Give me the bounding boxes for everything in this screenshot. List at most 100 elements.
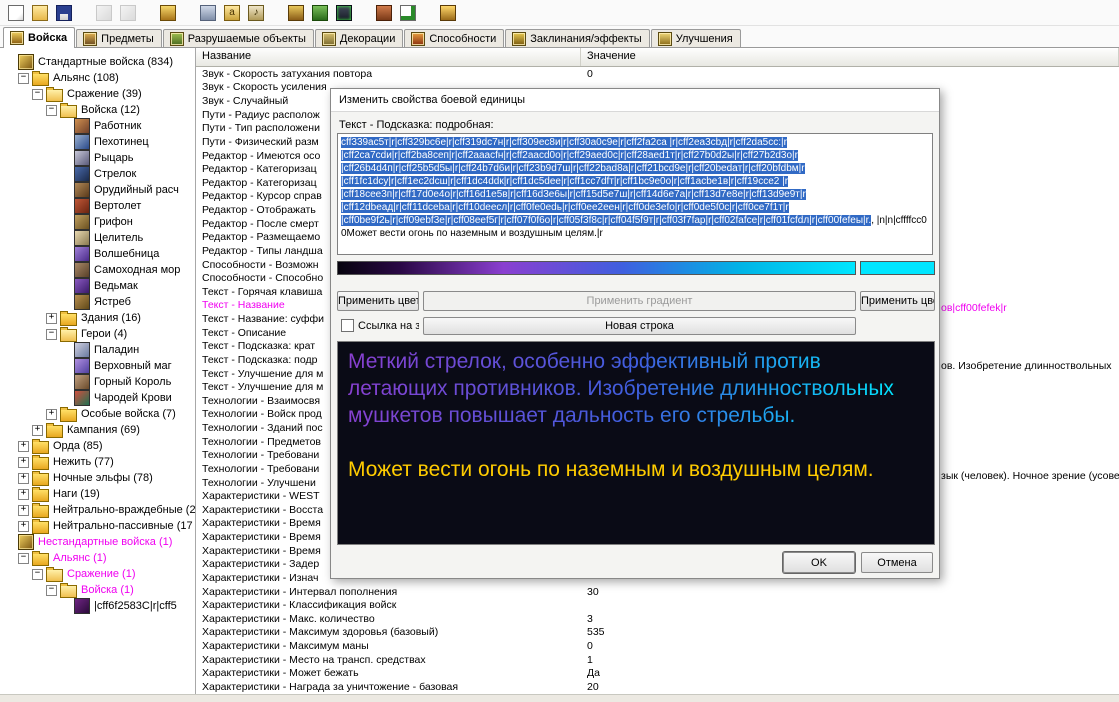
apply-color-right-button[interactable]: Применить цвет — [860, 291, 935, 311]
current-color-swatch[interactable] — [860, 261, 935, 275]
tab-destructibles[interactable]: Разрушаемые объекты — [163, 29, 314, 47]
minus-expander-icon[interactable]: − — [18, 553, 29, 564]
tree-item[interactable]: |cff6f2583C|r|cff5 — [0, 598, 195, 614]
plus-expander-icon[interactable]: + — [46, 313, 57, 324]
tree-item[interactable]: Горный Король — [0, 374, 195, 390]
test-map-button[interactable] — [437, 2, 459, 24]
tree-item[interactable]: Грифон — [0, 214, 195, 230]
plus-expander-icon[interactable]: + — [32, 425, 43, 436]
new-line-button[interactable]: Новая строка — [423, 317, 856, 335]
tree-item[interactable]: Пехотинец — [0, 134, 195, 150]
tree-item[interactable]: +Здания (16) — [0, 310, 195, 326]
open-button[interactable] — [29, 2, 51, 24]
property-row[interactable]: Характеристики - Награда за уничтожение … — [196, 680, 1119, 694]
tab-units[interactable]: Войска — [3, 27, 75, 48]
apply-color-left-button[interactable]: Применить цвет — [337, 291, 419, 311]
tab-items[interactable]: Предметы — [76, 29, 162, 47]
tree-item[interactable]: Верховный маг — [0, 358, 195, 374]
tree-item[interactable]: Ястреб — [0, 294, 195, 310]
tree-item[interactable]: Волшебница — [0, 246, 195, 262]
tree-item[interactable]: Нестандартные войска (1) — [0, 534, 195, 550]
ai-editor-button[interactable] — [333, 2, 355, 24]
toolbar — [0, 0, 1119, 26]
tree-item[interactable]: Паладин — [0, 342, 195, 358]
tree-item[interactable]: −Войска (12) — [0, 102, 195, 118]
tree-item[interactable]: −Сражение (1) — [0, 566, 195, 582]
tree-item[interactable]: −Альянс (108) — [0, 70, 195, 86]
tree-item[interactable]: + Нейтрально-враждебные (2 — [0, 502, 195, 518]
plus-expander-icon[interactable]: + — [18, 505, 29, 516]
unit-portrait-icon — [74, 118, 90, 134]
unit-tree[interactable]: Стандартные войска (834)−Альянс (108)−Ср… — [0, 48, 196, 694]
plus-expander-icon[interactable]: + — [46, 409, 57, 420]
tree-item[interactable]: Вертолет — [0, 198, 195, 214]
minus-expander-icon[interactable]: − — [46, 329, 57, 340]
tooltip-text-input[interactable]: cff339ac5т|r|cff329bc6е|r|cff319dc7н|r|c… — [337, 133, 933, 255]
tree-item[interactable]: Рыцарь — [0, 150, 195, 166]
minus-expander-icon[interactable]: − — [46, 105, 57, 116]
property-row[interactable]: Характеристики - Классификация войск — [196, 598, 1119, 612]
new-button[interactable] — [5, 2, 27, 24]
tree-item-label: Нейтрально-враждебные (2 — [53, 504, 196, 516]
plus-expander-icon[interactable]: + — [18, 473, 29, 484]
minus-expander-icon[interactable]: − — [18, 73, 29, 84]
property-row[interactable]: Звук - Скорость затухания повтора0 — [196, 67, 1119, 81]
object-editor-button[interactable] — [285, 2, 307, 24]
column-header-value[interactable]: Значение — [581, 48, 1119, 66]
object-manager-button[interactable] — [373, 2, 395, 24]
tree-item[interactable]: +Нежить (77) — [0, 454, 195, 470]
palette-button[interactable] — [157, 2, 179, 24]
tab-spells[interactable]: Заклинания/эффекты — [505, 29, 649, 47]
plus-expander-icon[interactable]: + — [18, 521, 29, 532]
folder-icon — [32, 473, 49, 486]
ok-button[interactable]: OK — [783, 552, 855, 573]
terrain-editor-button[interactable] — [197, 2, 219, 24]
plus-expander-icon[interactable]: + — [18, 441, 29, 452]
minus-expander-icon[interactable]: − — [46, 585, 57, 596]
minus-expander-icon[interactable]: − — [32, 569, 43, 580]
tree-item[interactable]: Чародей Крови — [0, 390, 195, 406]
minus-expander-icon[interactable]: − — [32, 89, 43, 100]
link-checkbox-row[interactable]: Ссылка на зн — [341, 319, 419, 332]
unit-portrait-icon — [74, 134, 90, 150]
property-row[interactable]: Характеристики - Максимум здоровья (базо… — [196, 626, 1119, 640]
tree-item[interactable]: Стандартные войска (834) — [0, 54, 195, 70]
tree-item[interactable]: Стрелок — [0, 166, 195, 182]
column-header-name[interactable]: Название — [196, 48, 581, 66]
import-manager-button[interactable] — [397, 2, 419, 24]
property-row[interactable]: Характеристики - Место на трансп. средст… — [196, 653, 1119, 667]
tree-item[interactable]: Ведьмак — [0, 278, 195, 294]
tree-item[interactable]: −Герои (4) — [0, 326, 195, 342]
tree-item[interactable]: +Орда (85) — [0, 438, 195, 454]
tab-doodads[interactable]: Декорации — [315, 29, 403, 47]
link-checkbox[interactable] — [341, 319, 354, 332]
import-icon — [400, 5, 416, 21]
tree-item[interactable]: Орудийный расч — [0, 182, 195, 198]
sound-editor-button[interactable] — [245, 2, 267, 24]
tree-item[interactable]: +Кампания (69) — [0, 422, 195, 438]
tree-item[interactable]: Самоходная мор — [0, 262, 195, 278]
tree-item[interactable]: +Нейтрально-пассивные (17 — [0, 518, 195, 534]
campaign-editor-button[interactable] — [309, 2, 331, 24]
tree-item[interactable]: Работник — [0, 118, 195, 134]
property-row[interactable]: Характеристики - Макс. количество3 — [196, 612, 1119, 626]
tree-item[interactable]: +Ночные эльфы (78) — [0, 470, 195, 486]
tree-item[interactable]: +Особые войска (7) — [0, 406, 195, 422]
trigger-editor-button[interactable] — [221, 2, 243, 24]
preview-gold-text: Может вести огонь по наземным и воздушны… — [348, 456, 924, 483]
property-row[interactable]: Характеристики - Максимум маны0 — [196, 639, 1119, 653]
tree-item[interactable]: −Сражение (39) — [0, 86, 195, 102]
plus-expander-icon[interactable]: + — [18, 489, 29, 500]
plus-expander-icon[interactable]: + — [18, 457, 29, 468]
cancel-button[interactable]: Отмена — [861, 552, 933, 573]
tab-upgrades[interactable]: Улучшения — [651, 29, 741, 47]
tab-abilities[interactable]: Способности — [404, 29, 504, 47]
property-row[interactable]: Характеристики - Интервал пополнения30 — [196, 585, 1119, 599]
tree-item[interactable]: +Наги (19) — [0, 486, 195, 502]
property-row[interactable]: Характеристики - Может бежатьДа — [196, 667, 1119, 681]
tree-item[interactable]: −Альянс (1) — [0, 550, 195, 566]
tree-item[interactable]: Целитель — [0, 230, 195, 246]
tree-item[interactable]: −Войска (1) — [0, 582, 195, 598]
save-button[interactable] — [53, 2, 75, 24]
gradient-preview-bar[interactable] — [337, 261, 856, 275]
